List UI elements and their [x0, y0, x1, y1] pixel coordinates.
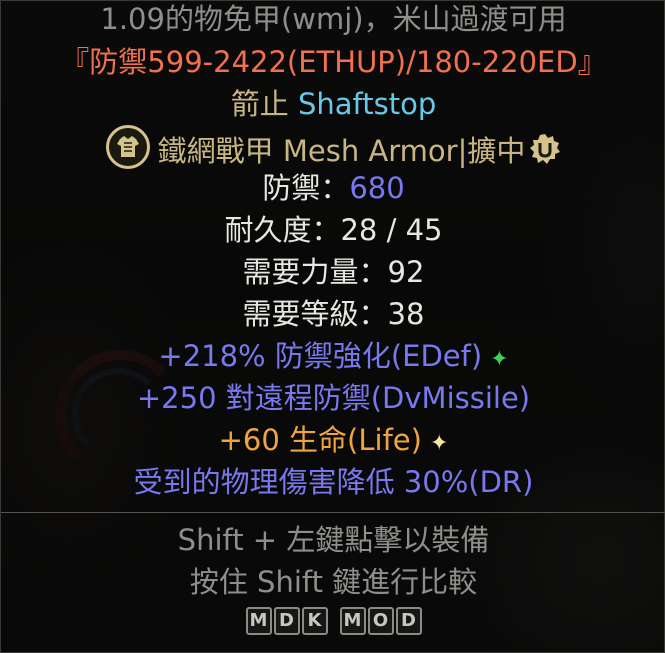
mod-tag-letter: D — [273, 607, 300, 635]
armor-type-icon — [105, 125, 150, 169]
item-name-zh: 箭止 — [230, 87, 289, 121]
item-tooltip: 1.09的物免甲(wmj)，米山過渡可用 『防禦599-2422(ETHUP)/… — [0, 0, 665, 653]
mod-edef-text: +218% 防禦強化(EDef) — [158, 339, 483, 373]
mod-life: +60 生命(Life) ✦ — [1, 419, 665, 465]
mod-dvmissile: +250 對遠程防禦(DvMissile) — [136, 381, 531, 415]
mod-tag-letter: O — [367, 607, 394, 635]
mod-tag-letter: M — [245, 607, 272, 635]
green-star-icon: ✦ — [490, 347, 509, 372]
item-base-row: 鐵網戰甲 Mesh Armor|擴中 — [1, 125, 665, 172]
item-name-en: Shaftstop — [297, 87, 437, 121]
hint-equip: Shift + 左鍵點擊以裝備 — [177, 523, 490, 557]
hint-compare: 按住 Shift 鍵進行比較 — [189, 565, 478, 599]
mod-tag-letter: K — [301, 607, 328, 635]
mod-tag-letter: M — [339, 607, 366, 635]
mod-dr: 受到的物理傷害降低 30%(DR) — [133, 465, 534, 499]
mod-edef: +218% 防禦強化(EDef) ✦ — [1, 335, 665, 381]
mod-tag-letter: D — [395, 607, 422, 635]
defense-label: 防禦： — [262, 171, 350, 205]
item-summary: 『防禦599-2422(ETHUP)/180-220ED』 — [60, 45, 607, 79]
unique-badge-icon — [529, 133, 561, 165]
tooltip-divider — [1, 512, 665, 513]
required-level: 需要等級：38 — [242, 297, 425, 331]
item-note: 1.09的物免甲(wmj)，米山過渡可用 — [100, 2, 567, 36]
item-base-text: 鐵網戰甲 Mesh Armor|擴中 — [157, 134, 526, 168]
defense-row: 防禦：680 — [1, 167, 665, 209]
required-strength: 需要力量：92 — [242, 255, 425, 289]
mod-life-text: +60 生命(Life) — [218, 423, 422, 457]
mod-tag: MDKMOD — [1, 607, 665, 635]
durability: 耐久度：28 / 45 — [224, 213, 443, 247]
item-name-row: 箭止 Shaftstop — [1, 83, 665, 125]
defense-value: 680 — [349, 171, 405, 205]
gold-star-icon: ✦ — [429, 431, 449, 456]
